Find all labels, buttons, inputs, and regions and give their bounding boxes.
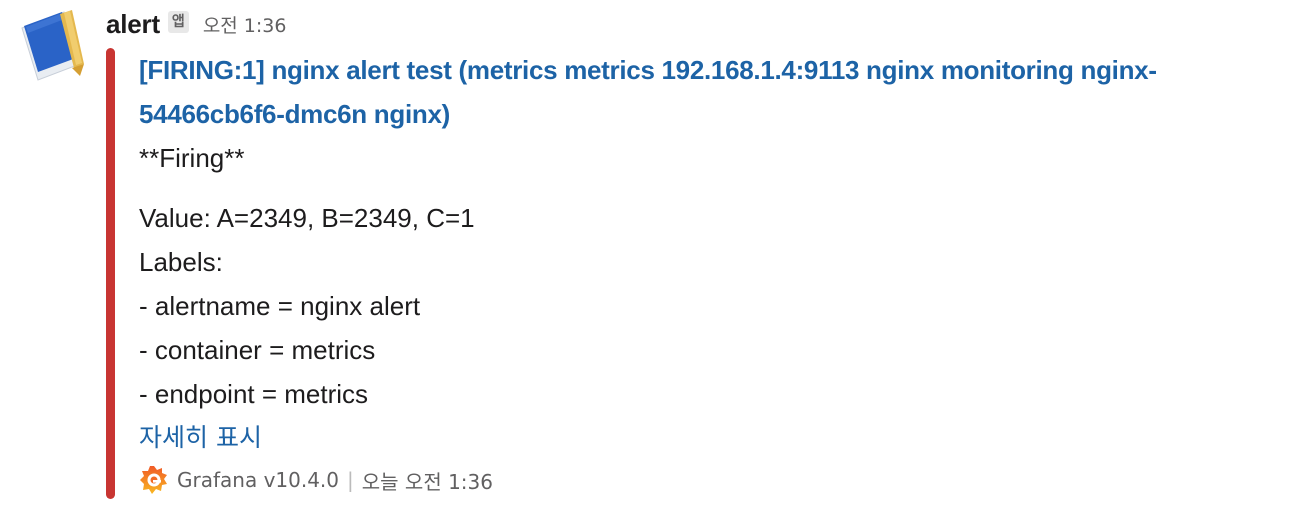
footer-time[interactable]: 오늘 오전 1:36	[362, 466, 493, 495]
sender-name[interactable]: alert	[106, 9, 160, 40]
message-timestamp[interactable]: 오전 1:36	[203, 11, 287, 38]
notebook-icon	[21, 10, 84, 81]
attachment-footer: Grafana v10.4.0 | 오늘 오전 1:36	[139, 464, 493, 496]
attachment: [FIRING:1] nginx alert test (metrics met…	[139, 48, 1299, 460]
footer-app-version: Grafana v10.4.0	[177, 468, 340, 492]
app-badge: 앱	[167, 11, 189, 33]
attachment-title-link[interactable]: [FIRING:1] nginx alert test (metrics met…	[139, 48, 1299, 136]
avatar[interactable]	[20, 10, 84, 82]
label-endpoint: - endpoint = metrics	[139, 379, 369, 409]
label-alertname: - alertname = nginx alert	[139, 291, 421, 321]
grafana-icon	[140, 466, 167, 494]
label-container: - container = metrics	[139, 335, 376, 365]
status-text: **Firing**	[139, 143, 245, 173]
message-header: alert 앱 오전 1:36	[106, 6, 286, 42]
footer-separator: |	[347, 468, 354, 492]
show-more-link[interactable]: 자세히 표시	[139, 416, 1299, 460]
labels-heading: Labels:	[139, 247, 223, 277]
value-line: Value: A=2349, B=2349, C=1	[139, 203, 475, 233]
attachment-color-bar	[106, 48, 115, 499]
